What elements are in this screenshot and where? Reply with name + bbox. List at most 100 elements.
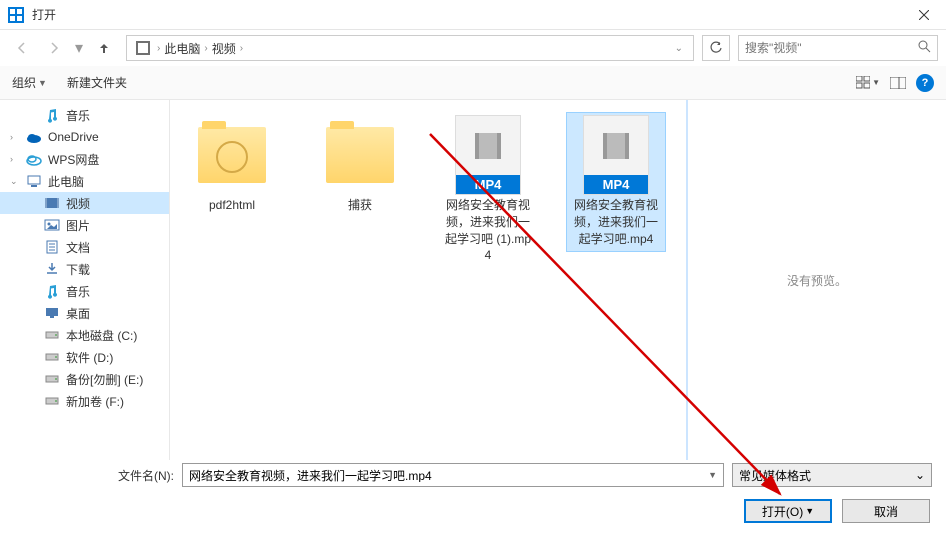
chevron-right-icon: › — [157, 43, 160, 54]
breadcrumb-item[interactable]: 视频 — [210, 40, 238, 57]
refresh-icon — [709, 41, 723, 55]
tree-item-disk[interactable]: 备份[勿删] (E:) — [0, 368, 169, 390]
folder-icon — [198, 127, 266, 183]
tree-item-disk[interactable]: 本地磁盘 (C:) — [0, 324, 169, 346]
file-item[interactable]: MP4网络安全教育视频，进来我们一起学习吧.mp4 — [566, 112, 666, 252]
tree-item-label: 音乐 — [66, 283, 90, 300]
search-icon — [918, 40, 931, 56]
tree-item-label: 视频 — [66, 195, 90, 212]
file-label: 网络安全教育视频，进来我们一起学习吧 (1).mp4 — [443, 197, 533, 264]
disk-icon — [44, 349, 60, 365]
app-icon — [8, 7, 24, 23]
toolbar: 组织▼ 新建文件夹 ▼ ? — [0, 66, 946, 100]
tree-item-wps[interactable]: › WPS网盘 — [0, 148, 169, 170]
disk-icon — [44, 327, 60, 343]
music-icon — [44, 107, 60, 123]
tree-item-disk[interactable]: 新加卷 (F:) — [0, 390, 169, 412]
file-item[interactable]: MP4网络安全教育视频，进来我们一起学习吧 (1).mp4 — [438, 112, 538, 269]
disk-icon — [44, 371, 60, 387]
file-item[interactable]: 捕获 — [310, 112, 410, 219]
disk-icon — [44, 393, 60, 409]
sidebar: 音乐›OneDrive›WPS网盘⌄此电脑视频图片文档下载音乐桌面本地磁盘 (C… — [0, 100, 170, 460]
tree-item-video[interactable]: 视频 — [0, 192, 169, 214]
expand-icon[interactable]: › — [10, 132, 20, 142]
file-label: pdf2html — [209, 197, 255, 214]
expand-icon[interactable]: › — [10, 154, 20, 164]
tree-item-label: 桌面 — [66, 305, 90, 322]
help-button[interactable]: ? — [916, 74, 934, 92]
tree-item-label: 下载 — [66, 261, 90, 278]
file-list[interactable]: pdf2html捕获MP4网络安全教育视频，进来我们一起学习吧 (1).mp4M… — [170, 100, 686, 460]
tree-item-music[interactable]: 音乐 — [0, 280, 169, 302]
picture-icon — [44, 217, 60, 233]
tree-item-doc[interactable]: 文档 — [0, 236, 169, 258]
tree-item-pc[interactable]: ⌄ 此电脑 — [0, 170, 169, 192]
doc-icon — [44, 239, 60, 255]
search-input[interactable] — [745, 41, 918, 55]
search-box[interactable] — [738, 35, 938, 61]
filetype-filter[interactable]: 常见媒体格式⌄ — [732, 463, 932, 487]
filename-combobox[interactable]: ▼ — [182, 463, 724, 487]
tree-item-disk[interactable]: 软件 (D:) — [0, 346, 169, 368]
cancel-button[interactable]: 取消 — [842, 499, 930, 523]
tree-item-label: 此电脑 — [48, 173, 84, 190]
tree-item-label: 软件 (D:) — [66, 349, 113, 366]
preview-pane: 没有预览。 — [686, 100, 946, 460]
close-button[interactable] — [901, 0, 946, 30]
video-file-icon: MP4 — [583, 115, 649, 195]
chevron-down-icon[interactable]: ▼ — [708, 470, 717, 480]
nav-bar: ▾ › 此电脑 › 视频 › ⌄ — [0, 30, 946, 66]
tree-item-label: 音乐 — [66, 107, 90, 124]
filename-input[interactable] — [189, 468, 708, 482]
new-folder-button[interactable]: 新建文件夹 — [67, 74, 127, 91]
download-icon — [44, 261, 60, 277]
video-file-icon: MP4 — [455, 115, 521, 195]
breadcrumb-item[interactable]: 此电脑 — [162, 40, 202, 57]
up-button[interactable] — [90, 36, 118, 60]
back-button[interactable] — [8, 36, 36, 60]
chevron-right-icon: › — [204, 43, 207, 54]
file-item[interactable]: pdf2html — [182, 112, 282, 219]
folder-icon — [326, 127, 394, 183]
file-label: 网络安全教育视频，进来我们一起学习吧.mp4 — [571, 197, 661, 247]
forward-button[interactable] — [40, 36, 68, 60]
tree-item-desktop[interactable]: 桌面 — [0, 302, 169, 324]
tree-item-label: 文档 — [66, 239, 90, 256]
filename-label: 文件名(N): — [118, 467, 174, 484]
recent-dropdown[interactable]: ▾ — [72, 36, 86, 60]
tree-item-label: 图片 — [66, 217, 90, 234]
expand-icon[interactable]: ⌄ — [10, 176, 20, 187]
tree-item-label: 备份[勿删] (E:) — [66, 371, 143, 388]
tree-item-onedrive[interactable]: › OneDrive — [0, 126, 169, 148]
video-icon — [44, 195, 60, 211]
chevron-down-icon: ⌄ — [915, 468, 925, 482]
chevron-right-icon: › — [240, 43, 243, 54]
tree-item-download[interactable]: 下载 — [0, 258, 169, 280]
onedrive-icon — [26, 129, 42, 145]
tree-item-label: 新加卷 (F:) — [66, 393, 124, 410]
preview-text: 没有预览。 — [787, 272, 847, 289]
tree-item-picture[interactable]: 图片 — [0, 214, 169, 236]
tree-item-label: OneDrive — [48, 130, 99, 144]
file-label: 捕获 — [348, 197, 372, 214]
tree-item-label: 本地磁盘 (C:) — [66, 327, 137, 344]
tree-item-music[interactable]: 音乐 — [0, 104, 169, 126]
location-icon — [135, 40, 151, 56]
open-button[interactable]: 打开(O)▼ — [744, 499, 832, 523]
window-title: 打开 — [32, 6, 901, 23]
music-icon — [44, 283, 60, 299]
refresh-button[interactable] — [702, 35, 730, 61]
pc-icon — [26, 173, 42, 189]
main-area: 音乐›OneDrive›WPS网盘⌄此电脑视频图片文档下载音乐桌面本地磁盘 (C… — [0, 100, 946, 460]
close-icon — [919, 10, 929, 20]
breadcrumb-bar[interactable]: › 此电脑 › 视频 › ⌄ — [126, 35, 694, 61]
tree-item-label: WPS网盘 — [48, 151, 99, 168]
breadcrumb-dropdown[interactable]: ⌄ — [669, 43, 689, 54]
view-tiles-button[interactable]: ▼ — [856, 73, 880, 93]
preview-pane-button[interactable] — [886, 73, 910, 93]
title-bar: 打开 — [0, 0, 946, 30]
desktop-icon — [44, 305, 60, 321]
wps-icon — [26, 151, 42, 167]
organize-menu[interactable]: 组织▼ — [12, 74, 47, 91]
footer: 文件名(N): ▼ 常见媒体格式⌄ 打开(O)▼ 取消 — [0, 453, 946, 533]
